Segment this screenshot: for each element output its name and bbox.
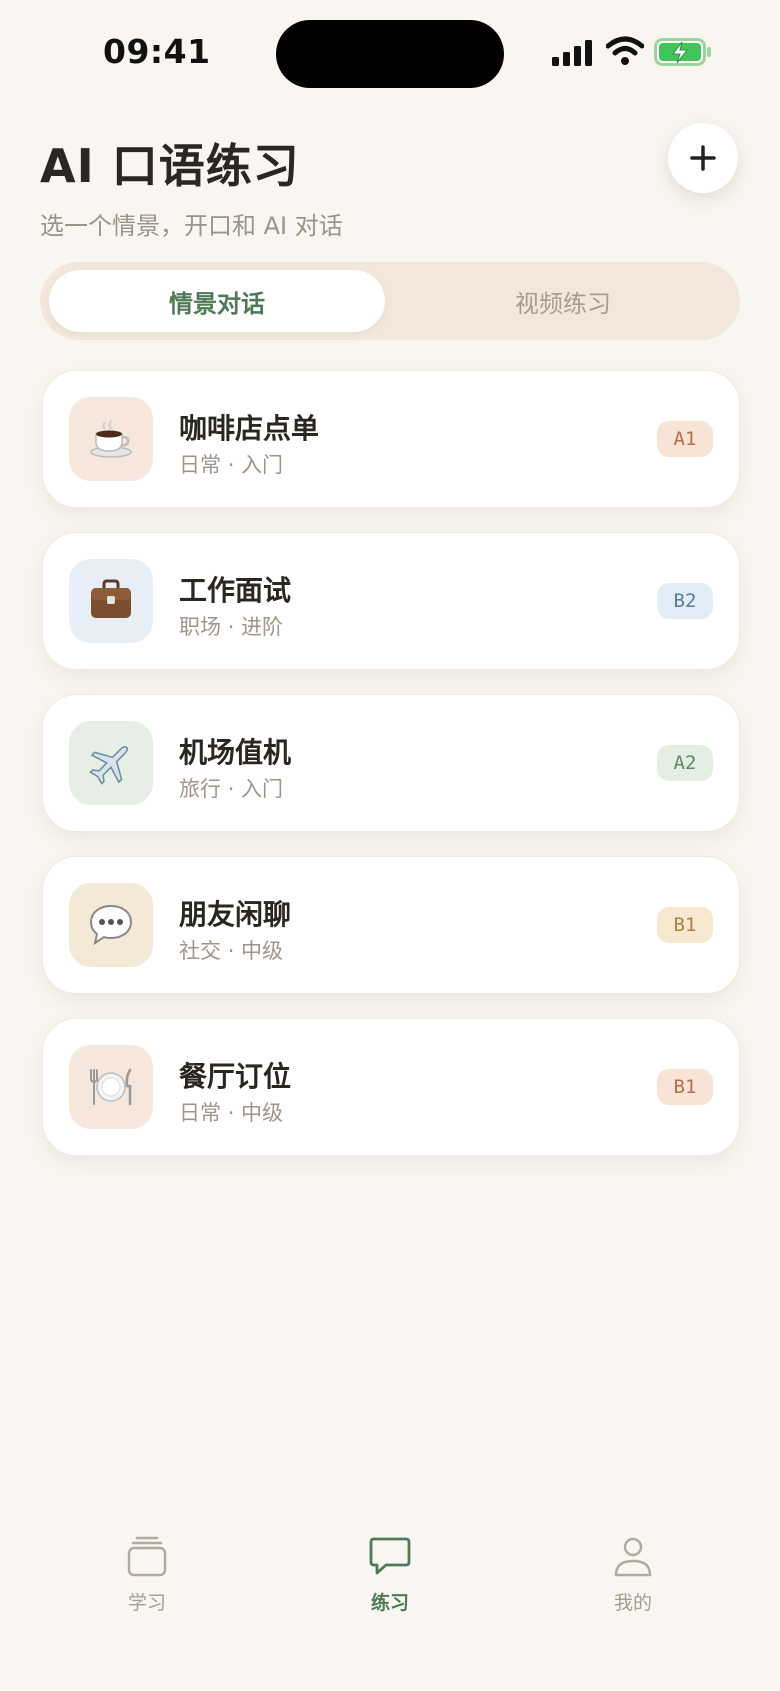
scenario-title: 工作面试 [179,574,292,607]
person-icon [614,1537,652,1577]
coffee-icon [90,419,132,458]
scenario-level-text: 进阶 [241,615,284,639]
scenario-level-text: 入门 [241,777,284,801]
scenario-title: 机场值机 [179,736,292,769]
meta-separator: · [227,777,242,801]
level-badge: B1 [657,907,713,943]
wifi-icon [606,36,644,65]
scenario-meta: 职场 · 进阶 [179,611,283,641]
scenario-meta: 旅行 · 入门 [179,773,283,803]
scenario-meta: 日常 · 中级 [179,1097,283,1127]
scenario-meta: 社交 · 中级 [179,935,283,965]
status-time: 09:41 [103,32,211,71]
coffee-icon-tile [69,397,153,481]
nav-item-profile[interactable]: 我的 [563,1534,703,1615]
meta-separator: · [227,939,242,963]
meta-separator: · [227,1101,242,1125]
tab-video-practice[interactable]: 视频练习 [395,270,731,332]
nav-item-practice[interactable]: 练习 [320,1534,460,1615]
airplane-icon-tile [69,721,153,805]
scenario-title: 餐厅订位 [179,1060,292,1093]
status-bar: 09:41 [0,0,780,110]
meta-separator: · [227,453,242,477]
tab-scenario-dialogue[interactable]: 情景对话 [49,270,385,332]
plate-cutlery-icon [90,1068,132,1106]
scenario-category: 社交 [179,939,221,963]
scenario-card-restaurant[interactable]: 餐厅订位 日常 · 中级 B1 [42,1018,740,1156]
airplane-icon [89,745,129,785]
add-button[interactable] [668,123,738,193]
scenario-category: 日常 [179,453,221,477]
page-subtitle: 选一个情景，开口和 AI 对话 [40,212,343,240]
speech-bubble-icon [89,904,133,946]
nav-label: 练习 [370,1592,409,1614]
nav-label: 学习 [127,1592,166,1614]
nav-label: 我的 [613,1592,652,1614]
cellular-signal-icon [552,40,592,66]
plate-cutlery-icon-tile [69,1045,153,1129]
nav-item-learn[interactable]: 学习 [77,1534,217,1615]
scenario-category: 职场 [179,615,221,639]
dynamic-island [276,20,504,88]
scenario-category: 旅行 [179,777,221,801]
scenario-level-text: 中级 [241,1101,284,1125]
speech-bubble-icon-tile [69,883,153,967]
meta-separator: · [227,615,242,639]
scenario-title: 朋友闲聊 [179,898,292,931]
scenario-title: 咖啡店点单 [179,412,320,445]
scenario-level-text: 入门 [241,453,284,477]
level-badge: A1 [657,421,713,457]
scenario-card-coffee[interactable]: 咖啡店点单 日常 · 入门 A1 [42,370,740,508]
scenario-category: 日常 [179,1101,221,1125]
scenario-card-chat[interactable]: 朋友闲聊 社交 · 中级 B1 [42,856,740,994]
chat-icon [369,1537,411,1575]
battery-charging-icon [654,38,711,66]
briefcase-icon-tile [69,559,153,643]
scenario-card-interview[interactable]: 工作面试 职场 · 进阶 B2 [42,532,740,670]
scenario-card-airport[interactable]: 机场值机 旅行 · 入门 A2 [42,694,740,832]
bottom-nav: 学习 练习 我的 [0,1520,780,1691]
scenario-level-text: 中级 [241,939,284,963]
page-title: AI 口语练习 [40,139,300,193]
level-badge: B1 [657,1069,713,1105]
scenario-meta: 日常 · 入门 [179,449,283,479]
level-badge: B2 [657,583,713,619]
segmented-tabs: 情景对话 视频练习 [40,262,740,340]
briefcase-icon [91,579,131,618]
level-badge: A2 [657,745,713,781]
stack-icon [127,1536,167,1577]
plus-icon [690,145,716,171]
